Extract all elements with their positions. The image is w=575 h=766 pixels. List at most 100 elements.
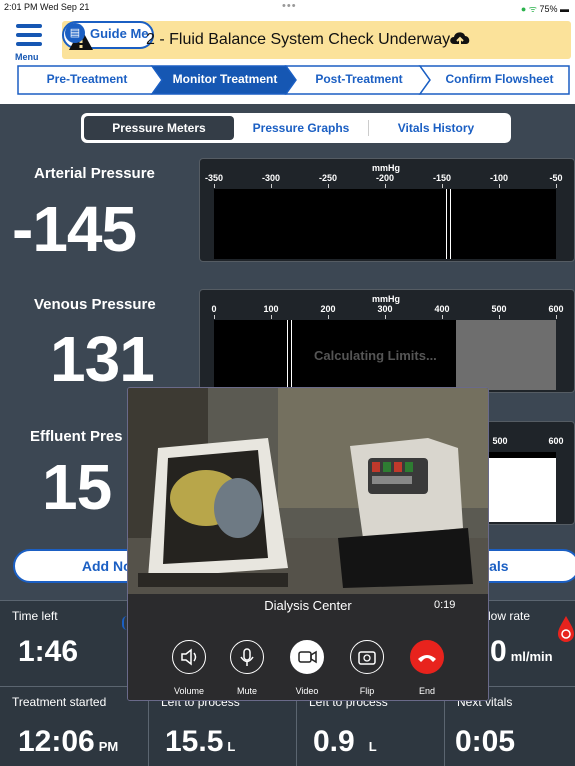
arterial-tick-label: -150 xyxy=(432,173,451,183)
step-confirm-flowsheet[interactable]: Confirm Flowsheet xyxy=(430,66,569,94)
flip-label: Flip xyxy=(359,686,375,696)
arterial-needle xyxy=(445,189,451,259)
flip-camera-icon xyxy=(358,651,376,665)
venous-tick-mark xyxy=(385,315,386,319)
alert-message: 2 - Fluid Balance System Check Underway xyxy=(146,31,451,48)
wifi-icon: ● ᯤ xyxy=(520,4,540,14)
treatment-started-value: 12:06 xyxy=(18,725,95,758)
alert-banner: 2 - Fluid Balance System Check Underway … xyxy=(62,21,571,59)
arterial-tick-label: -350 xyxy=(204,173,223,183)
effluent-value: 15 xyxy=(42,451,112,523)
arterial-tick-mark xyxy=(442,184,443,188)
arterial-tick-label: -50 xyxy=(549,173,563,183)
venous-tick-mark xyxy=(271,315,272,319)
venous-tick-label: 400 xyxy=(434,304,450,314)
guide-me-label: Guide Me xyxy=(90,26,149,41)
effluent-white-zone xyxy=(484,458,556,522)
time-left-value: 1:46 xyxy=(18,635,79,668)
volume-button[interactable] xyxy=(172,640,206,674)
venous-tick-label: 200 xyxy=(320,304,336,314)
arterial-tick-label: -100 xyxy=(489,173,508,183)
venous-tick-label: 0 xyxy=(211,304,217,314)
tab-vitals-history[interactable]: Vitals History xyxy=(371,116,501,140)
arterial-tick-mark xyxy=(214,184,215,188)
venous-tick-label: 500 xyxy=(491,304,507,314)
flow-rate-label: low rate xyxy=(488,609,531,623)
time-left-label: Time left xyxy=(12,609,58,623)
venous-tick-label: 300 xyxy=(377,304,393,314)
flow-rate-value: 0 xyxy=(490,635,507,668)
arterial-tick-mark xyxy=(271,184,272,188)
venous-value: 131 xyxy=(50,323,155,395)
view-toggle: Pressure Meters Pressure Graphs Vitals H… xyxy=(81,113,511,143)
left-to-process-unit-2: L xyxy=(368,739,377,754)
multitask-dots[interactable]: ••• xyxy=(282,0,297,12)
step-monitor-treatment[interactable]: Monitor Treatment xyxy=(160,66,290,94)
step-pre-treatment[interactable]: Pre-Treatment xyxy=(20,66,154,94)
venous-limit-zone xyxy=(456,320,556,390)
video-call-window[interactable]: Dialysis Center 0:19 Volume Mute Video F… xyxy=(127,387,489,701)
status-bar: 2:01 PM Wed Sep 21 ••• ● ᯤ 75% ▬ xyxy=(0,0,575,16)
step-post-treatment[interactable]: Post-Treatment xyxy=(294,66,424,94)
video-label: Video xyxy=(295,686,319,696)
venous-meter: mmHg Calculating Limits... 0 100 200 300 400… xyxy=(199,289,575,393)
guide-book-icon: ▤ xyxy=(65,23,85,43)
tab-pressure-graphs[interactable]: Pressure Graphs xyxy=(236,116,366,140)
treatment-started-value-wrap: 12:06 PM xyxy=(18,725,118,759)
hang-up-icon xyxy=(418,655,436,662)
flip-button[interactable] xyxy=(350,640,384,674)
next-vitals-value: 0:05 xyxy=(455,725,516,758)
treatment-started-label: Treatment started xyxy=(12,695,107,709)
status-time: 2:01 PM Wed Sep 21 xyxy=(4,2,90,12)
effluent-label: Effluent Pres xyxy=(30,428,123,445)
video-button[interactable] xyxy=(290,640,324,674)
hamburger-icon xyxy=(16,24,42,28)
arterial-label: Arterial Pressure xyxy=(34,165,155,182)
venous-tick-label: 600 xyxy=(548,304,564,314)
arterial-unit: mmHg xyxy=(371,163,400,173)
effluent-tick: 600 xyxy=(548,436,564,446)
arterial-tick-label: -250 xyxy=(318,173,337,183)
battery-indicator: ● ᯤ 75% ▬ xyxy=(520,4,569,14)
arterial-tick-mark xyxy=(328,184,329,188)
venous-tick-mark xyxy=(499,315,500,319)
call-duration: 0:19 xyxy=(434,599,456,611)
arterial-tick-label: -200 xyxy=(375,173,394,183)
venous-needle xyxy=(286,320,292,390)
video-camera-icon xyxy=(298,650,317,664)
arterial-value: -145 xyxy=(12,193,137,265)
video-call-controls: Dialysis Center 0:19 Volume Mute Video F… xyxy=(128,594,488,700)
cloud-upload-icon[interactable] xyxy=(448,28,472,50)
end-label: End xyxy=(418,686,435,696)
mute-label: Mute xyxy=(236,686,257,696)
left-to-process-value-wrap-2: 0.9 L xyxy=(313,725,377,759)
venous-tick-mark xyxy=(442,315,443,319)
tab-divider xyxy=(368,120,369,136)
mute-button[interactable] xyxy=(230,640,264,674)
arterial-tick-label: -300 xyxy=(261,173,280,183)
microphone-icon xyxy=(240,648,254,666)
left-to-process-unit-1: L xyxy=(227,739,236,754)
treatment-started-suffix: PM xyxy=(98,739,119,754)
arterial-tick-mark xyxy=(385,184,386,188)
left-to-process-value-1: 15.5 xyxy=(165,725,224,758)
venous-tick-mark xyxy=(328,315,329,319)
venous-field: Calculating Limits... xyxy=(214,320,556,390)
venous-unit: mmHg xyxy=(371,294,400,304)
effluent-tick: 500 xyxy=(492,436,508,446)
venous-tick-label: 100 xyxy=(263,304,279,314)
arterial-tick-mark xyxy=(499,184,500,188)
flow-rate-unit: ml/min xyxy=(510,649,553,664)
menu-button[interactable]: Menu xyxy=(10,22,50,62)
time-left-tile: Time left 1:46 xyxy=(0,600,148,686)
treatment-started-tile: Treatment started 12:06 PM xyxy=(0,686,148,766)
volume-label: Volume xyxy=(173,686,205,696)
left-to-process-value-2: 0.9 xyxy=(313,725,355,758)
arterial-field xyxy=(214,189,556,259)
tab-pressure-meters[interactable]: Pressure Meters xyxy=(84,116,234,140)
flow-rate-value-wrap: 0 ml/min xyxy=(490,635,553,669)
end-call-button[interactable] xyxy=(410,640,444,674)
menu-label: Menu xyxy=(15,52,39,62)
arterial-meter: mmHg -350 -300 -250 -200 -150 -100 -50 xyxy=(199,158,575,262)
venous-tick-mark xyxy=(556,315,557,319)
